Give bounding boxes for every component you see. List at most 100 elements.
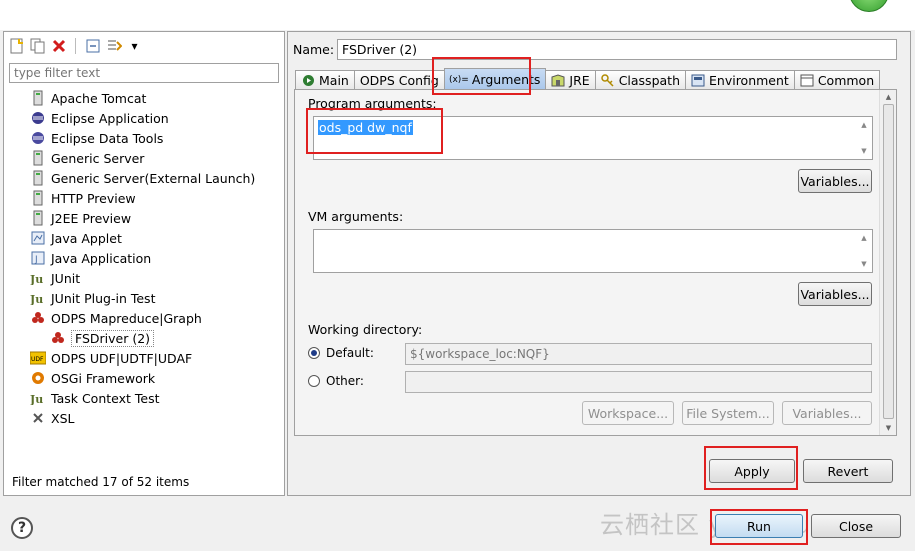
scroll-up-icon[interactable]: ▲ — [856, 232, 872, 244]
common-icon — [800, 74, 814, 88]
tree-item-j2ee-preview[interactable]: J2EE Preview — [30, 209, 131, 227]
program-variables-button[interactable]: Variables... — [798, 169, 872, 193]
tree-item-fsdriver[interactable]: FSDriver (2) — [50, 329, 155, 347]
tomcat-icon — [30, 90, 46, 106]
svg-text:UDF: UDF — [31, 356, 44, 363]
tree-item-generic-server-external[interactable]: Generic Server(External Launch) — [30, 169, 255, 187]
tab-classpath[interactable]: Classpath — [594, 70, 686, 90]
other-radio-row[interactable]: Other: — [308, 374, 364, 388]
tab-label: Classpath — [618, 73, 680, 88]
scroll-down-icon[interactable]: ▼ — [880, 421, 897, 434]
tree-item-apache-tomcat[interactable]: Apache Tomcat — [30, 89, 146, 107]
other-dir-field[interactable] — [405, 371, 872, 393]
tree-item-label: Eclipse Data Tools — [51, 130, 164, 146]
other-label: Other: — [326, 374, 364, 388]
main-icon — [301, 74, 315, 88]
tab-jre[interactable]: JRE — [545, 70, 596, 90]
odps-icon — [30, 310, 46, 326]
scroll-down-icon[interactable]: ▼ — [856, 145, 872, 157]
vm-variables-button[interactable]: Variables... — [798, 282, 872, 306]
tree-item-osgi-framework[interactable]: OSGi Framework — [30, 369, 155, 387]
config-editor-panel: Name: FSDriver (2) Main ODPS Config (x)=… — [287, 31, 911, 496]
tree-item-label: ODPS UDF|UDTF|UDAF — [51, 350, 193, 366]
filter-configs-icon[interactable] — [105, 38, 122, 55]
collapse-all-icon[interactable] — [84, 38, 101, 55]
tree-item-label: JUnit — [51, 270, 81, 286]
default-radio[interactable] — [308, 347, 320, 359]
scroll-up-icon[interactable]: ▲ — [856, 119, 872, 131]
tree-item-odps-mapreduce[interactable]: ODPS Mapreduce|Graph — [30, 309, 202, 327]
other-radio[interactable] — [308, 375, 320, 387]
tab-label: ODPS Config — [359, 73, 439, 88]
tab-label: JRE — [569, 73, 590, 88]
apply-button[interactable]: Apply — [709, 459, 795, 483]
tree-item-label: Java Application — [51, 250, 152, 266]
help-icon[interactable]: ? — [11, 517, 33, 539]
program-args-group: Program arguments: ods_pd dw_nqf ▲ ▼ Var… — [300, 90, 875, 200]
tree-item-eclipse-data-tools[interactable]: Eclipse Data Tools — [30, 129, 163, 147]
tree-item-generic-server[interactable]: Generic Server — [30, 149, 144, 167]
tree-item-label: Generic Server — [51, 150, 145, 166]
filter-input[interactable] — [9, 63, 279, 83]
java-app-icon: J — [30, 250, 46, 266]
duplicate-config-icon[interactable] — [29, 38, 46, 55]
arguments-tab-body: Program arguments: ods_pd dw_nqf ▲ ▼ Var… — [294, 89, 897, 436]
server-icon — [30, 170, 46, 186]
delete-config-icon[interactable] — [50, 38, 67, 55]
vm-args-group: VM arguments: ▲ ▼ Variables... — [300, 203, 875, 313]
tree-item-label: J2EE Preview — [51, 210, 132, 226]
tree-item-eclipse-application[interactable]: Eclipse Application — [30, 109, 169, 127]
scroll-up-icon[interactable]: ▲ — [880, 90, 897, 103]
tree-item-label: JUnit Plug-in Test — [51, 290, 156, 306]
tab-body-scrollbar[interactable]: ▲ ▼ — [879, 90, 896, 435]
launch-config-tree-panel: ▾ Apache Tomcat Eclipse Application Ecli… — [3, 31, 285, 496]
svg-text:Ju: Ju — [30, 393, 43, 405]
workspace-button[interactable]: Workspace... — [582, 401, 674, 425]
vm-args-label: VM arguments: — [308, 209, 407, 224]
program-args-label: Program arguments: — [308, 96, 440, 111]
vm-args-textarea[interactable]: ▲ ▼ — [313, 229, 873, 273]
tree-item-odps-udf[interactable]: UDF ODPS UDF|UDTF|UDAF — [30, 349, 192, 367]
tree-item-junit[interactable]: Ju JUnit — [30, 269, 80, 287]
revert-button[interactable]: Revert — [803, 459, 893, 483]
arguments-icon: (x)= — [448, 74, 469, 85]
textarea-scrollbar[interactable]: ▲ ▼ — [856, 117, 872, 159]
tree-item-label: Apache Tomcat — [51, 90, 147, 106]
program-args-textarea[interactable]: ods_pd dw_nqf ▲ ▼ — [313, 116, 873, 160]
applet-icon — [30, 230, 46, 246]
tree-item-label: Eclipse Application — [51, 110, 169, 126]
default-radio-row[interactable]: Default: — [308, 346, 374, 360]
odps-icon — [50, 330, 66, 346]
scroll-down-icon[interactable]: ▼ — [856, 258, 872, 270]
dir-variables-button[interactable]: Variables... — [782, 401, 872, 425]
svg-text:Ju: Ju — [30, 273, 43, 285]
tab-main[interactable]: Main — [295, 70, 355, 90]
tree-item-junit-plugin-test[interactable]: Ju JUnit Plug-in Test — [30, 289, 155, 307]
eclipse-icon — [30, 110, 46, 126]
tree-item-http-preview[interactable]: HTTP Preview — [30, 189, 136, 207]
server-icon — [30, 210, 46, 226]
textarea-scrollbar[interactable]: ▲ ▼ — [856, 230, 872, 272]
environment-icon — [691, 74, 705, 88]
file-system-button[interactable]: File System... — [682, 401, 774, 425]
tab-arguments[interactable]: (x)= Arguments — [443, 68, 547, 90]
junit-icon: Ju — [30, 390, 46, 406]
name-field[interactable]: FSDriver (2) — [337, 39, 897, 60]
run-button[interactable]: Run — [715, 514, 803, 538]
toolbar-divider — [75, 38, 76, 54]
tab-odps-config[interactable]: ODPS Config — [353, 70, 445, 90]
close-button[interactable]: Close — [811, 514, 901, 538]
tree-item-xsl[interactable]: XSL — [30, 409, 74, 427]
tree-item-task-context-test[interactable]: Ju Task Context Test — [30, 389, 160, 407]
tab-common[interactable]: Common — [793, 70, 881, 90]
tree-item-label: FSDriver (2) — [71, 329, 155, 347]
tree-item-java-applet[interactable]: Java Applet — [30, 229, 122, 247]
tab-label: Common — [817, 73, 875, 88]
scrollbar-thumb[interactable] — [883, 104, 894, 419]
tree-item-java-application[interactable]: J Java Application — [30, 249, 151, 267]
view-menu-icon[interactable]: ▾ — [126, 38, 143, 55]
tab-environment[interactable]: Environment — [685, 70, 795, 90]
new-config-icon[interactable] — [8, 38, 25, 55]
tab-label: Arguments — [471, 72, 541, 87]
tree-item-label: OSGi Framework — [51, 370, 156, 386]
